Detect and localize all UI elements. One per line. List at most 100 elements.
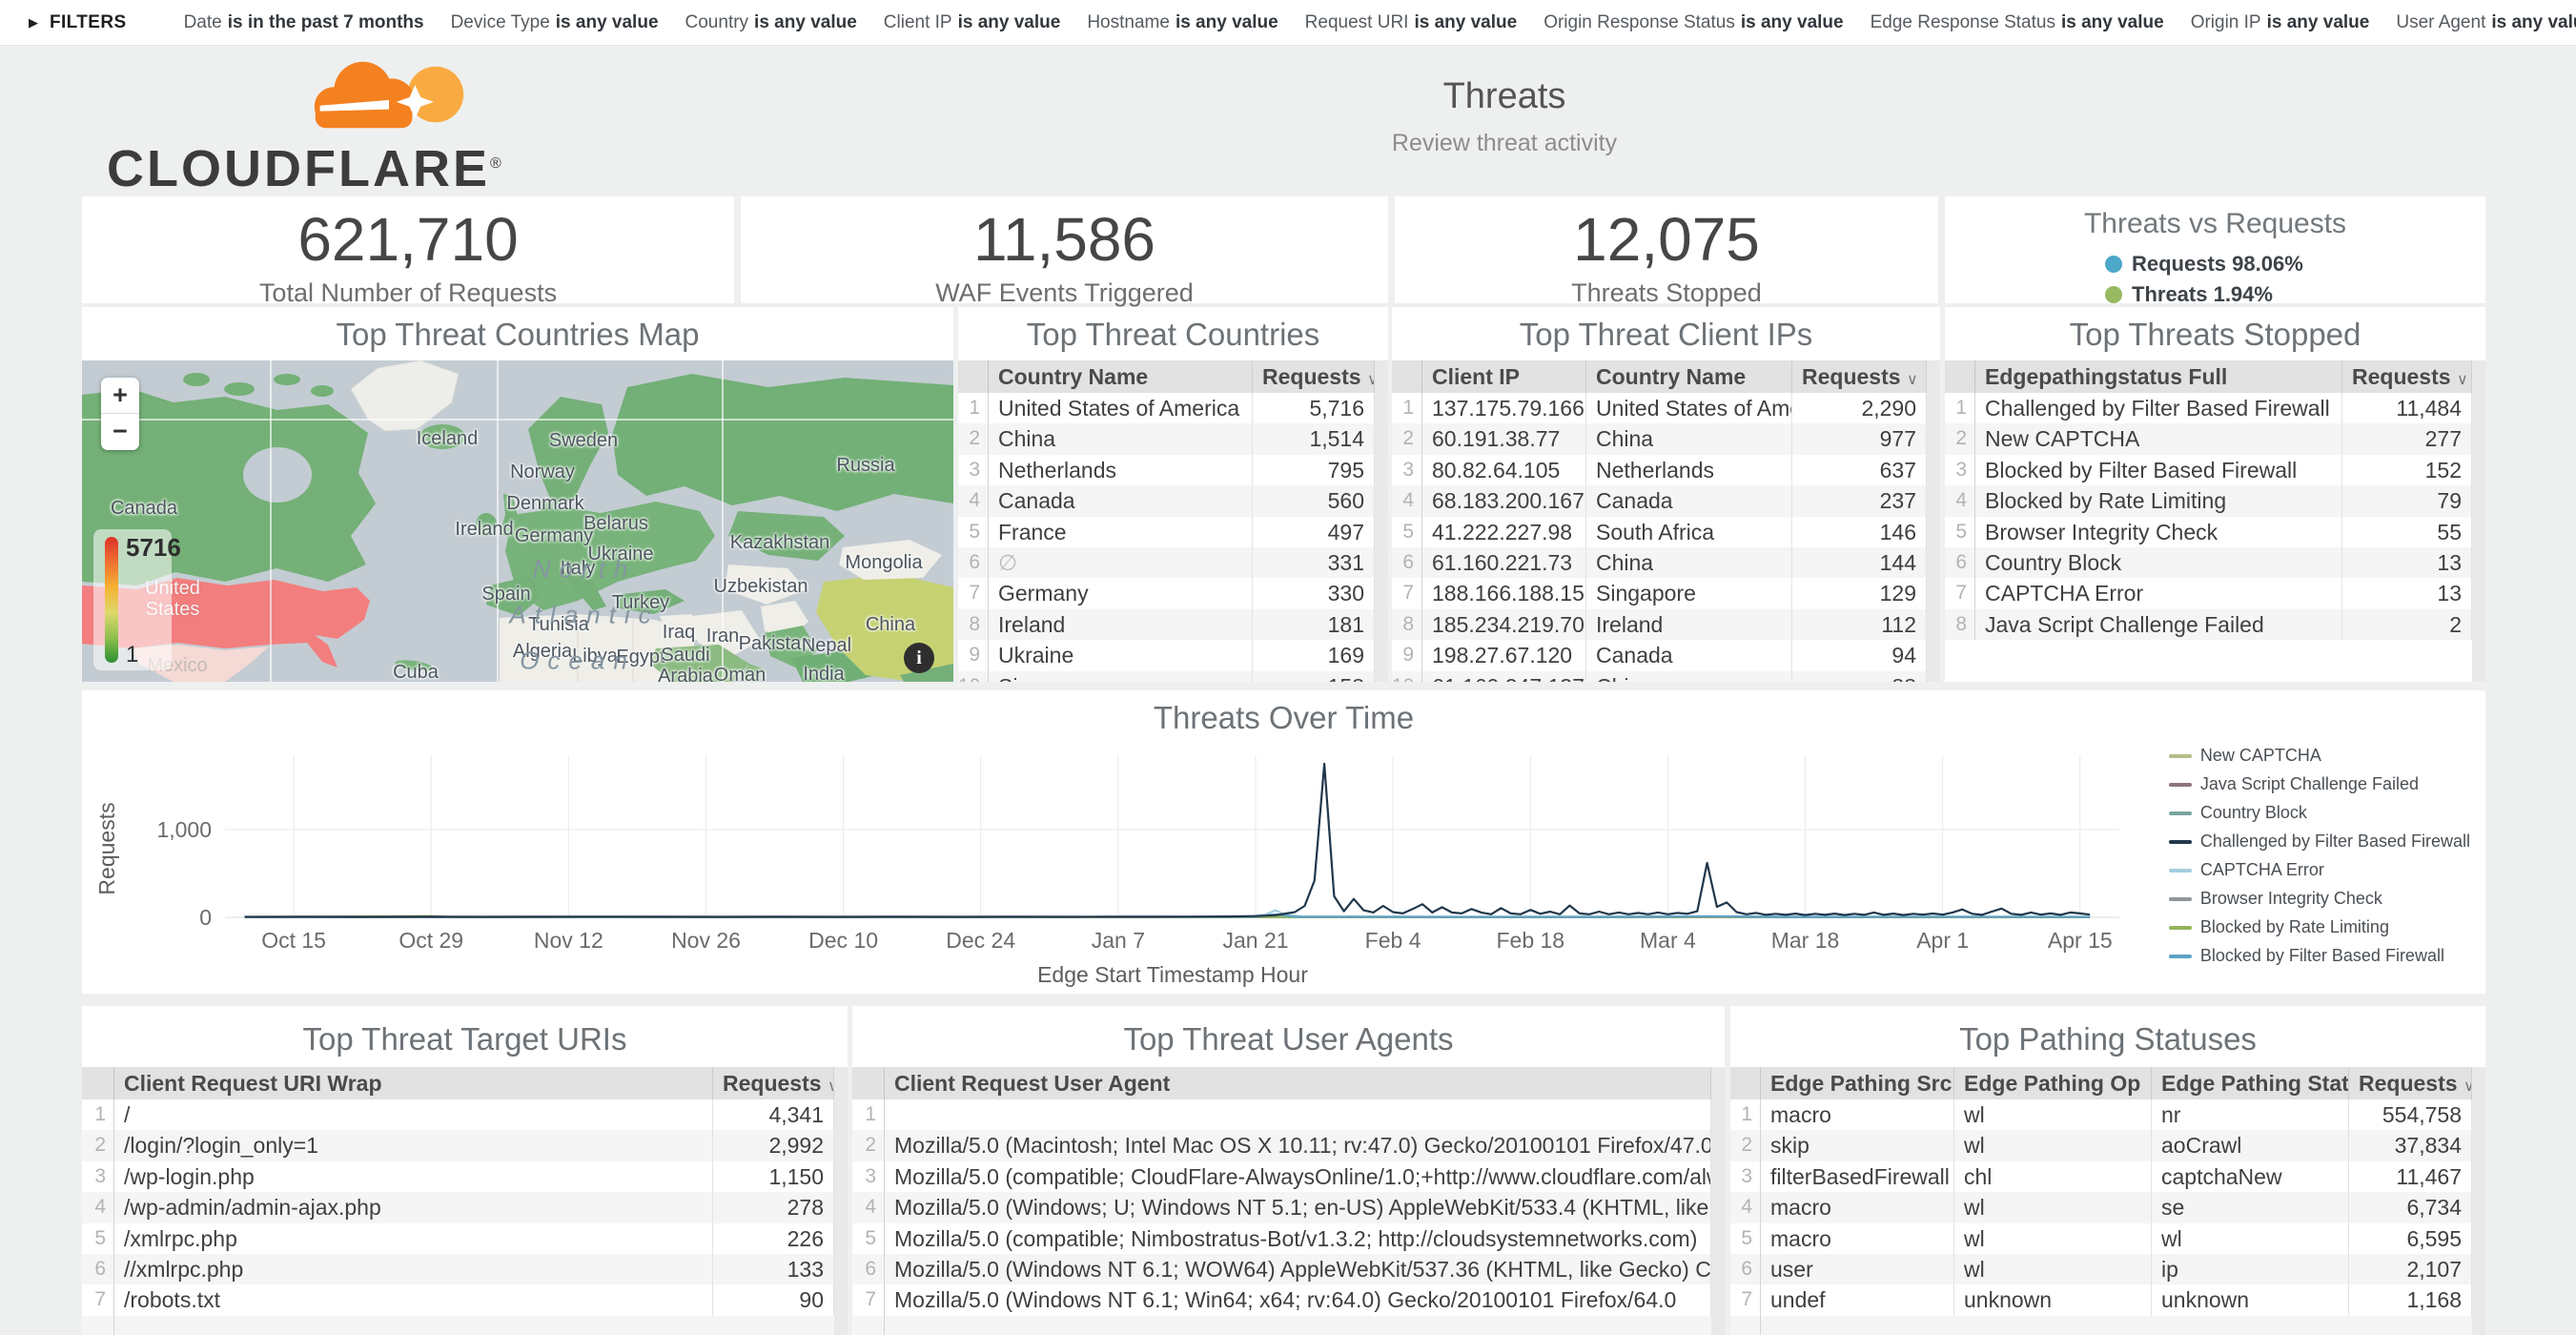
table-row[interactable]: 7Germany330 [958,578,1388,608]
cell[interactable]: 181 [1253,609,1375,640]
legend-item-requests-98-06[interactable]: Requests 98.06% [2105,252,2485,277]
cell[interactable]: Java Script Challenge Failed [1975,609,2342,640]
table-row[interactable]: 4Canada560 [958,485,1388,516]
cell[interactable]: 1,150 [713,1161,834,1192]
cell[interactable]: Mozilla/5.0 (Windows NT 6.1; Win64; x64;… [885,1284,1711,1315]
table-row[interactable]: 9198.27.67.120Canada94 [1392,640,1940,670]
column-header-country-name[interactable]: Country Name [989,360,1253,393]
cell[interactable]: se [2152,1192,2349,1222]
cell[interactable]: wl [1954,1254,2152,1284]
filters-expand-icon[interactable]: ▶ [29,15,38,31]
cell[interactable]: nr [2152,1099,2349,1130]
table-row[interactable]: 5France497 [958,517,1388,547]
column-header-requests[interactable]: Requests ∨ [1253,360,1375,393]
table-scrollbar[interactable] [834,1067,848,1335]
table-row[interactable]: 2skipwlaoCrawl37,834 [1730,1130,2485,1160]
table-row[interactable]: 6Mozilla/5.0 (Windows NT 6.1; WOW64) App… [852,1254,1725,1284]
table-row[interactable]: 1 [852,1099,1725,1130]
table-row[interactable]: 4Blocked by Rate Limiting79 [1945,485,2485,516]
table-row[interactable]: 2Mozilla/5.0 (Macintosh; Intel Mac OS X … [852,1130,1725,1160]
column-header-country-name[interactable]: Country Name [1586,360,1792,393]
cell[interactable]: skip [1761,1130,1954,1160]
filters-label[interactable]: FILTERS [50,12,127,33]
chart-legend-item-challenged-by-filter-based-firewall[interactable]: Challenged by Filter Based Firewall [2169,832,2470,852]
cell[interactable]: 2,290 [1792,393,1927,423]
column-header-edgepathingstatus-full[interactable]: Edgepathingstatus Full [1975,360,2342,393]
table-row[interactable]: 380.82.64.105Netherlands637 [1392,455,1940,485]
filter-item-edge-response-status[interactable]: Edge Response Statusis any value [1871,12,2164,33]
map-zoom-in-button[interactable]: + [101,378,139,413]
table-row[interactable]: 4macrowlse6,734 [1730,1192,2485,1222]
table-row[interactable]: 2China1,514 [958,423,1388,454]
cell[interactable]: /robots.txt [114,1284,713,1315]
chart-legend-item-country-block[interactable]: Country Block [2169,803,2470,823]
table-row[interactable]: 6//xmlrpc.php133 [82,1254,848,1284]
table-row[interactable]: 1United States of America5,716 [958,393,1388,423]
cell[interactable]: 79 [2342,485,2472,516]
cell[interactable]: 331 [1253,547,1375,578]
cell[interactable]: Country Block [1975,547,2342,578]
cell[interactable]: undef [1761,1284,1954,1315]
table-row[interactable]: 1Challenged by Filter Based Firewall11,4… [1945,393,2485,423]
cell[interactable]: Germany [989,578,1253,608]
cell[interactable]: China [1586,547,1792,578]
cell[interactable]: 11,467 [2349,1161,2472,1192]
cell[interactable]: South Africa [1586,517,1792,547]
cell[interactable]: macro [1761,1223,1954,1254]
cell[interactable]: 68.183.200.167 [1422,485,1586,516]
cell[interactable]: Mozilla/5.0 (Windows NT 6.1; WOW64) Appl… [885,1254,1711,1284]
table-row[interactable]: 3Mozilla/5.0 (compatible; CloudFlare-Alw… [852,1161,1725,1192]
cell[interactable]: 41.222.227.98 [1422,517,1586,547]
cell[interactable]: Singapore [989,671,1253,682]
table-row[interactable]: 7Mozilla/5.0 (Windows NT 6.1; Win64; x64… [852,1284,1725,1315]
table-row[interactable]: 5Browser Integrity Check55 [1945,517,2485,547]
cell[interactable]: wl [2152,1223,2349,1254]
cell[interactable]: aoCrawl [2152,1130,2349,1160]
filter-item-hostname[interactable]: Hostnameis any value [1087,12,1278,33]
cell[interactable]: 237 [1792,485,1927,516]
table-scrollbar[interactable] [2472,1067,2485,1335]
column-header-edge-pathing-src[interactable]: Edge Pathing Src [1761,1067,1954,1099]
table-row[interactable]: 1061.160.247.137China88 [1392,671,1940,682]
cell[interactable]: unknown [2152,1284,2349,1315]
cell[interactable]: 13 [2342,578,2472,608]
chart-legend-item-blocked-by-filter-based-firewall[interactable]: Blocked by Filter Based Firewall [2169,946,2470,966]
cell[interactable]: wl [1954,1223,2152,1254]
cell[interactable]: 330 [1253,578,1375,608]
cell[interactable]: /wp-login.php [114,1161,713,1192]
cell[interactable]: France [989,517,1253,547]
cell[interactable]: 146 [1792,517,1927,547]
cell[interactable]: Mozilla/5.0 (compatible; CloudFlare-Alwa… [885,1161,1711,1192]
column-header-requests[interactable]: Requests ∨ [2349,1067,2472,1099]
table-row[interactable]: 1/4,341 [82,1099,848,1130]
table-row[interactable]: 5macrowlwl6,595 [1730,1223,2485,1254]
cell[interactable]: 144 [1792,547,1927,578]
cell[interactable]: 6,595 [2349,1223,2472,1254]
cell[interactable]: 61.160.221.73 [1422,547,1586,578]
cell[interactable]: Blocked by Filter Based Firewall [1975,455,2342,485]
cell[interactable]: 2 [2342,609,2472,640]
cell[interactable]: Challenged by Filter Based Firewall [1975,393,2342,423]
cell[interactable]: /wp-admin/admin-ajax.php [114,1192,713,1222]
cell[interactable]: Blocked by Rate Limiting [1975,485,2342,516]
cell[interactable]: 977 [1792,423,1927,454]
column-header-client-request-uri-wrap[interactable]: Client Request URI Wrap [114,1067,713,1099]
cell[interactable] [885,1099,1711,1130]
table-row[interactable]: 4Mozilla/5.0 (Windows; U; Windows NT 5.1… [852,1192,1725,1222]
cell[interactable]: 60.191.38.77 [1422,423,1586,454]
filter-item-client-ip[interactable]: Client IPis any value [884,12,1061,33]
map-zoom-out-button[interactable]: − [101,413,139,449]
table-row[interactable]: 3filterBasedFirewallchlcaptchaNew11,467 [1730,1161,2485,1192]
filter-item-origin-response-status[interactable]: Origin Response Statusis any value [1544,12,1843,33]
table-row[interactable]: 3Blocked by Filter Based Firewall152 [1945,455,2485,485]
column-header-requests[interactable]: Requests ∨ [1792,360,1927,393]
cell[interactable]: United States of America [1586,393,1792,423]
cell[interactable]: Netherlands [989,455,1253,485]
cell[interactable]: 188.166.188.152 [1422,578,1586,608]
cell[interactable]: Ireland [989,609,1253,640]
cell[interactable]: 90 [713,1284,834,1315]
chart-legend-item-java-script-challenge-failed[interactable]: Java Script Challenge Failed [2169,774,2470,794]
cell[interactable]: 133 [713,1254,834,1284]
cell[interactable]: Canada [1586,640,1792,670]
chart-legend-item-new-captcha[interactable]: New CAPTCHA [2169,746,2470,766]
